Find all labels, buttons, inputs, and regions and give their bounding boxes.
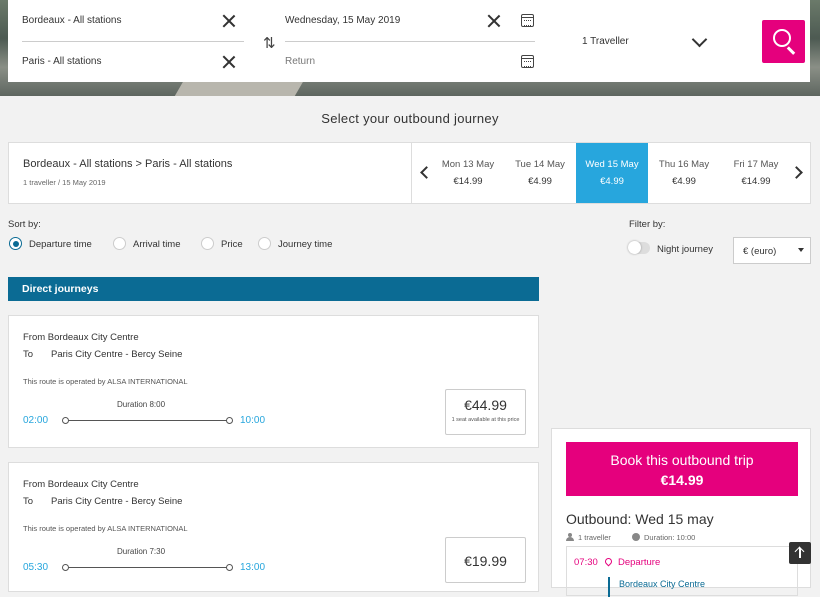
chevron-down-icon[interactable] <box>691 31 708 48</box>
origin-input[interactable]: Bordeaux - All stations <box>22 15 122 26</box>
journey-departure-time: 02:00 <box>23 415 49 426</box>
night-journey-toggle[interactable] <box>628 241 650 254</box>
journey-operator: This route is operated by ALSA INTERNATI… <box>23 377 188 386</box>
sort-label: Sort by: <box>8 219 41 230</box>
return-date-input[interactable]: Return <box>285 56 315 67</box>
destination-input[interactable]: Paris - All stations <box>22 56 101 67</box>
date-price: €4.99 <box>528 176 552 187</box>
date-price: €4.99 <box>672 176 696 187</box>
outbound-duration: Duration: 10:00 <box>644 533 696 542</box>
section-title: Select your outbound journey <box>321 111 499 126</box>
date-strip: Mon 13 May €14.99 Tue 14 May €4.99 Wed 15 … <box>411 143 811 203</box>
clear-date-icon[interactable] <box>487 14 501 28</box>
journey-timeline <box>62 417 233 424</box>
journey-arrival-time: 13:00 <box>240 562 266 573</box>
journey-to: Paris City Centre - Bercy Seine <box>51 496 183 507</box>
currency-select[interactable]: € (euro) <box>733 237 811 264</box>
date-label: Thu 16 May <box>658 159 710 170</box>
prev-date-icon[interactable] <box>420 166 433 179</box>
book-button-label: Book this outbound trip <box>610 452 754 468</box>
date-option[interactable]: Thu 16 May €4.99 <box>648 143 720 203</box>
departure-label: Departure <box>618 557 661 568</box>
sort-radio-departure[interactable] <box>9 237 22 250</box>
search-button[interactable] <box>762 20 805 63</box>
date-option[interactable]: Fri 17 May €14.99 <box>720 143 792 203</box>
journey-operator: This route is operated by ALSA INTERNATI… <box>23 524 188 533</box>
sort-option-arrival[interactable]: Arrival time <box>133 239 181 250</box>
price-button[interactable]: €44.99 1 seat available at this price <box>445 389 526 435</box>
book-outbound-button[interactable]: Book this outbound trip €14.99 <box>566 442 798 496</box>
journey-card[interactable]: From Bordeaux City Centre To Paris City … <box>8 462 539 592</box>
book-button-price: €14.99 <box>660 472 704 488</box>
journey-arrival-time: 10:00 <box>240 415 266 426</box>
swap-icon[interactable]: ⇅ <box>263 34 276 52</box>
return-calendar-icon[interactable] <box>521 55 534 68</box>
origin-underline <box>22 41 244 42</box>
night-journey-label: Night journey <box>657 244 713 255</box>
price-note: 1 seat available at this price <box>451 417 520 423</box>
journey-to: Paris City Centre - Bercy Seine <box>51 349 183 360</box>
price-amount: €44.99 <box>464 397 507 413</box>
outbound-title: Outbound: Wed 15 may <box>566 511 714 527</box>
price-button[interactable]: €19.99 <box>445 537 526 583</box>
next-date-icon[interactable] <box>790 166 803 179</box>
booking-panel: Book this outbound trip €14.99 Outbound:… <box>551 428 811 597</box>
search-icon <box>773 29 791 47</box>
clock-icon <box>632 533 640 541</box>
person-icon <box>566 533 574 541</box>
journey-duration: Duration 7:30 <box>117 547 166 556</box>
journey-from: From Bordeaux City Centre <box>23 332 139 343</box>
outbound-travellers: 1 traveller <box>578 533 611 542</box>
journey-from: From Bordeaux City Centre <box>23 479 139 490</box>
date-option-selected[interactable]: Wed 15 May €4.99 <box>576 143 648 203</box>
date-label: Tue 14 May <box>515 159 565 170</box>
journey-to-label: To <box>23 496 34 507</box>
caret-down-icon <box>798 248 804 252</box>
departure-time: 07:30 <box>574 557 598 568</box>
date-price: €14.99 <box>741 176 771 187</box>
calendar-icon[interactable] <box>521 14 534 27</box>
currency-value: € (euro) <box>743 246 777 257</box>
date-option[interactable]: Tue 14 May €4.99 <box>504 143 576 203</box>
date-underline <box>285 41 535 42</box>
search-icon-handle <box>787 46 796 55</box>
travellers-select[interactable]: 1 Traveller <box>582 36 629 47</box>
journey-timeline <box>62 564 233 571</box>
sort-radio-arrival[interactable] <box>113 237 126 250</box>
departure-station[interactable]: Bordeaux City Centre <box>619 579 705 589</box>
sort-option-departure[interactable]: Departure time <box>29 239 92 250</box>
outbound-date-input[interactable]: Wednesday, 15 May 2019 <box>285 15 400 26</box>
departure-detail: 07:30 Departure Bordeaux City Centre <box>566 546 798 597</box>
clear-destination-icon[interactable] <box>222 55 236 69</box>
route-line <box>608 577 610 597</box>
price-amount: €19.99 <box>464 553 507 569</box>
journey-duration: Duration 8:00 <box>117 400 166 409</box>
sort-option-price[interactable]: Price <box>221 239 243 250</box>
date-price: €14.99 <box>453 176 483 187</box>
journey-card[interactable]: From Bordeaux City Centre To Paris City … <box>8 315 539 448</box>
sort-radio-price[interactable] <box>201 237 214 250</box>
date-price: €4.99 <box>600 176 624 187</box>
journey-departure-time: 05:30 <box>23 562 49 573</box>
direct-journeys-header: Direct journeys <box>8 277 539 301</box>
filter-label: Filter by: <box>629 219 666 230</box>
clear-origin-icon[interactable] <box>222 14 236 28</box>
date-option[interactable]: Mon 13 May €14.99 <box>432 143 504 203</box>
scroll-to-top-button[interactable] <box>789 542 811 564</box>
sort-radio-journey-time[interactable] <box>258 237 271 250</box>
search-bar: Bordeaux - All stations Paris - All stat… <box>8 0 810 82</box>
location-pin-icon <box>603 556 614 567</box>
date-label: Wed 15 May <box>585 159 639 170</box>
journey-to-label: To <box>23 349 34 360</box>
date-label: Mon 13 May <box>441 159 495 170</box>
route-title: Bordeaux - All stations > Paris - All st… <box>23 158 233 170</box>
date-label: Fri 17 May <box>733 159 779 170</box>
sort-option-journey-time[interactable]: Journey time <box>278 239 332 250</box>
route-subtitle: 1 traveller / 15 May 2019 <box>23 178 106 187</box>
route-summary: Bordeaux - All stations > Paris - All st… <box>8 142 811 204</box>
